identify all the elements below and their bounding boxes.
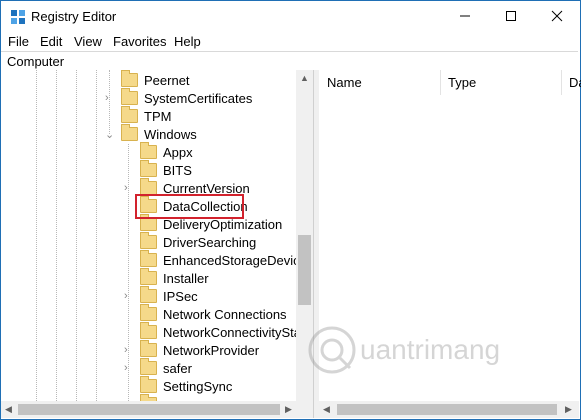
- menu-favorites[interactable]: Favorites: [113, 34, 166, 49]
- tree-guide-line: [36, 70, 37, 401]
- tree-horizontal-scrollbar[interactable]: ◀ ▶: [1, 401, 313, 418]
- tree-item-label: TPM: [144, 108, 172, 124]
- tree-item-safer[interactable]: safer: [140, 358, 192, 377]
- watermark-logo: uantrimang: [305, 320, 565, 380]
- scroll-right-icon[interactable]: ▶: [565, 404, 572, 415]
- folder-icon: [121, 70, 138, 87]
- tree-item-label: IPSec: [163, 288, 198, 304]
- folder-icon: [140, 304, 157, 321]
- chevron-right-icon[interactable]: ›: [124, 362, 128, 374]
- column-header-label: Da: [569, 75, 581, 90]
- tree-item-label: Windows: [144, 126, 197, 142]
- maximize-icon: [506, 11, 516, 21]
- tree-item-label: SystemCertificates: [144, 90, 253, 106]
- tree-item-driversearching[interactable]: DriverSearching: [140, 232, 257, 251]
- tree-item-enhancedstoragedevices[interactable]: EnhancedStorageDevices: [140, 250, 313, 269]
- scroll-right-icon[interactable]: ▶: [285, 404, 292, 415]
- chevron-right-icon[interactable]: ›: [124, 344, 128, 356]
- column-header-type[interactable]: Type: [440, 70, 562, 95]
- tree-item-systemcertificates[interactable]: SystemCertificates: [121, 88, 253, 107]
- selection-highlight-box: [135, 194, 244, 219]
- column-header-label: Name: [327, 75, 362, 90]
- chevron-right-icon[interactable]: ›: [124, 290, 128, 302]
- window-title: Registry Editor: [31, 9, 117, 24]
- folder-icon: [140, 376, 157, 393]
- folder-icon: [140, 358, 157, 375]
- tree-item-label: Network Connections: [163, 306, 287, 322]
- registry-tree[interactable]: Peernet › SystemCertificates TPM ⌄ Windo…: [1, 70, 313, 401]
- column-header-data[interactable]: Da: [561, 70, 581, 95]
- tree-item-windows[interactable]: Windows: [121, 124, 197, 143]
- folder-icon: [140, 286, 157, 303]
- maximize-button[interactable]: [488, 1, 534, 31]
- tree-item-bits[interactable]: BITS: [140, 160, 192, 179]
- scroll-up-icon[interactable]: ▲: [300, 73, 309, 83]
- tree-vertical-scroll-thumb[interactable]: [298, 235, 311, 305]
- folder-icon: [140, 214, 157, 231]
- address-path[interactable]: Computer: [7, 54, 64, 69]
- close-icon: [551, 10, 563, 22]
- tree-item-label: Peernet: [144, 72, 190, 88]
- tree-item-label: safer: [163, 360, 192, 376]
- folder-icon: [140, 178, 157, 195]
- watermark-text: uantrimang: [360, 334, 501, 365]
- scroll-left-icon[interactable]: ◀: [323, 404, 330, 415]
- tree-horizontal-scroll-thumb[interactable]: [18, 404, 280, 415]
- tree-item-label: BITS: [163, 162, 192, 178]
- folder-icon: [140, 160, 157, 177]
- tree-item-networkprovider[interactable]: NetworkProvider: [140, 340, 260, 359]
- folder-icon: [140, 142, 157, 159]
- minimize-icon: [460, 15, 470, 17]
- registry-editor-icon: [11, 10, 25, 24]
- menu-file[interactable]: File: [8, 34, 29, 49]
- folder-icon: [121, 106, 138, 123]
- tree-item-tpm[interactable]: TPM: [121, 106, 172, 125]
- folder-icon: [140, 340, 157, 357]
- folder-icon: [121, 88, 138, 105]
- folder-icon: [140, 232, 157, 249]
- menu-help[interactable]: Help: [174, 34, 201, 49]
- values-horizontal-scroll-thumb[interactable]: [337, 404, 557, 415]
- menu-bar: File Edit View Favorites Help: [1, 31, 580, 51]
- tree-item-network-connections[interactable]: Network Connections: [140, 304, 287, 323]
- chevron-right-icon[interactable]: ›: [105, 92, 109, 104]
- title-bar[interactable]: Registry Editor: [1, 1, 580, 31]
- folder-icon: [140, 268, 157, 285]
- minimize-button[interactable]: [442, 1, 488, 31]
- tree-item-label: DriverSearching: [163, 234, 257, 250]
- tree-guide-line: [128, 144, 129, 401]
- chevron-down-icon[interactable]: ⌄: [105, 128, 114, 141]
- chevron-right-icon[interactable]: ›: [124, 182, 128, 194]
- tree-item-label: NetworkConnectivityStatu: [163, 324, 312, 340]
- tree-item-label: NetworkProvider: [163, 342, 260, 358]
- tree-guide-line: [56, 70, 57, 401]
- tree-item-appx[interactable]: Appx: [140, 142, 193, 161]
- tree-item-label: SettingSync: [163, 378, 233, 394]
- folder-icon: [140, 322, 157, 339]
- folder-icon: [140, 250, 157, 267]
- tree-item-ipsec[interactable]: IPSec: [140, 286, 198, 305]
- menu-edit[interactable]: Edit: [40, 34, 62, 49]
- tree-guide-line: [109, 70, 110, 134]
- column-header-name[interactable]: Name: [319, 70, 441, 95]
- scroll-left-icon[interactable]: ◀: [5, 404, 12, 415]
- tree-item-label: Installer: [163, 270, 209, 286]
- tree-item-peernet[interactable]: Peernet: [121, 70, 190, 89]
- close-button[interactable]: [534, 1, 580, 31]
- folder-icon: [121, 124, 138, 141]
- tree-guide-line: [96, 70, 97, 401]
- tree-guide-line: [76, 70, 77, 401]
- column-header-label: Type: [448, 75, 477, 90]
- tree-item-settingsync[interactable]: SettingSync: [140, 376, 233, 395]
- tree-item-label: Appx: [163, 144, 193, 160]
- values-horizontal-scrollbar[interactable]: ◀ ▶: [319, 401, 579, 418]
- tree-item-networkconnectivitystatus[interactable]: NetworkConnectivityStatu: [140, 322, 312, 341]
- tree-item-label: EnhancedStorageDevices: [163, 252, 313, 268]
- address-bar[interactable]: Computer: [1, 51, 578, 71]
- menu-view[interactable]: View: [74, 34, 102, 49]
- tree-item-installer[interactable]: Installer: [140, 268, 209, 287]
